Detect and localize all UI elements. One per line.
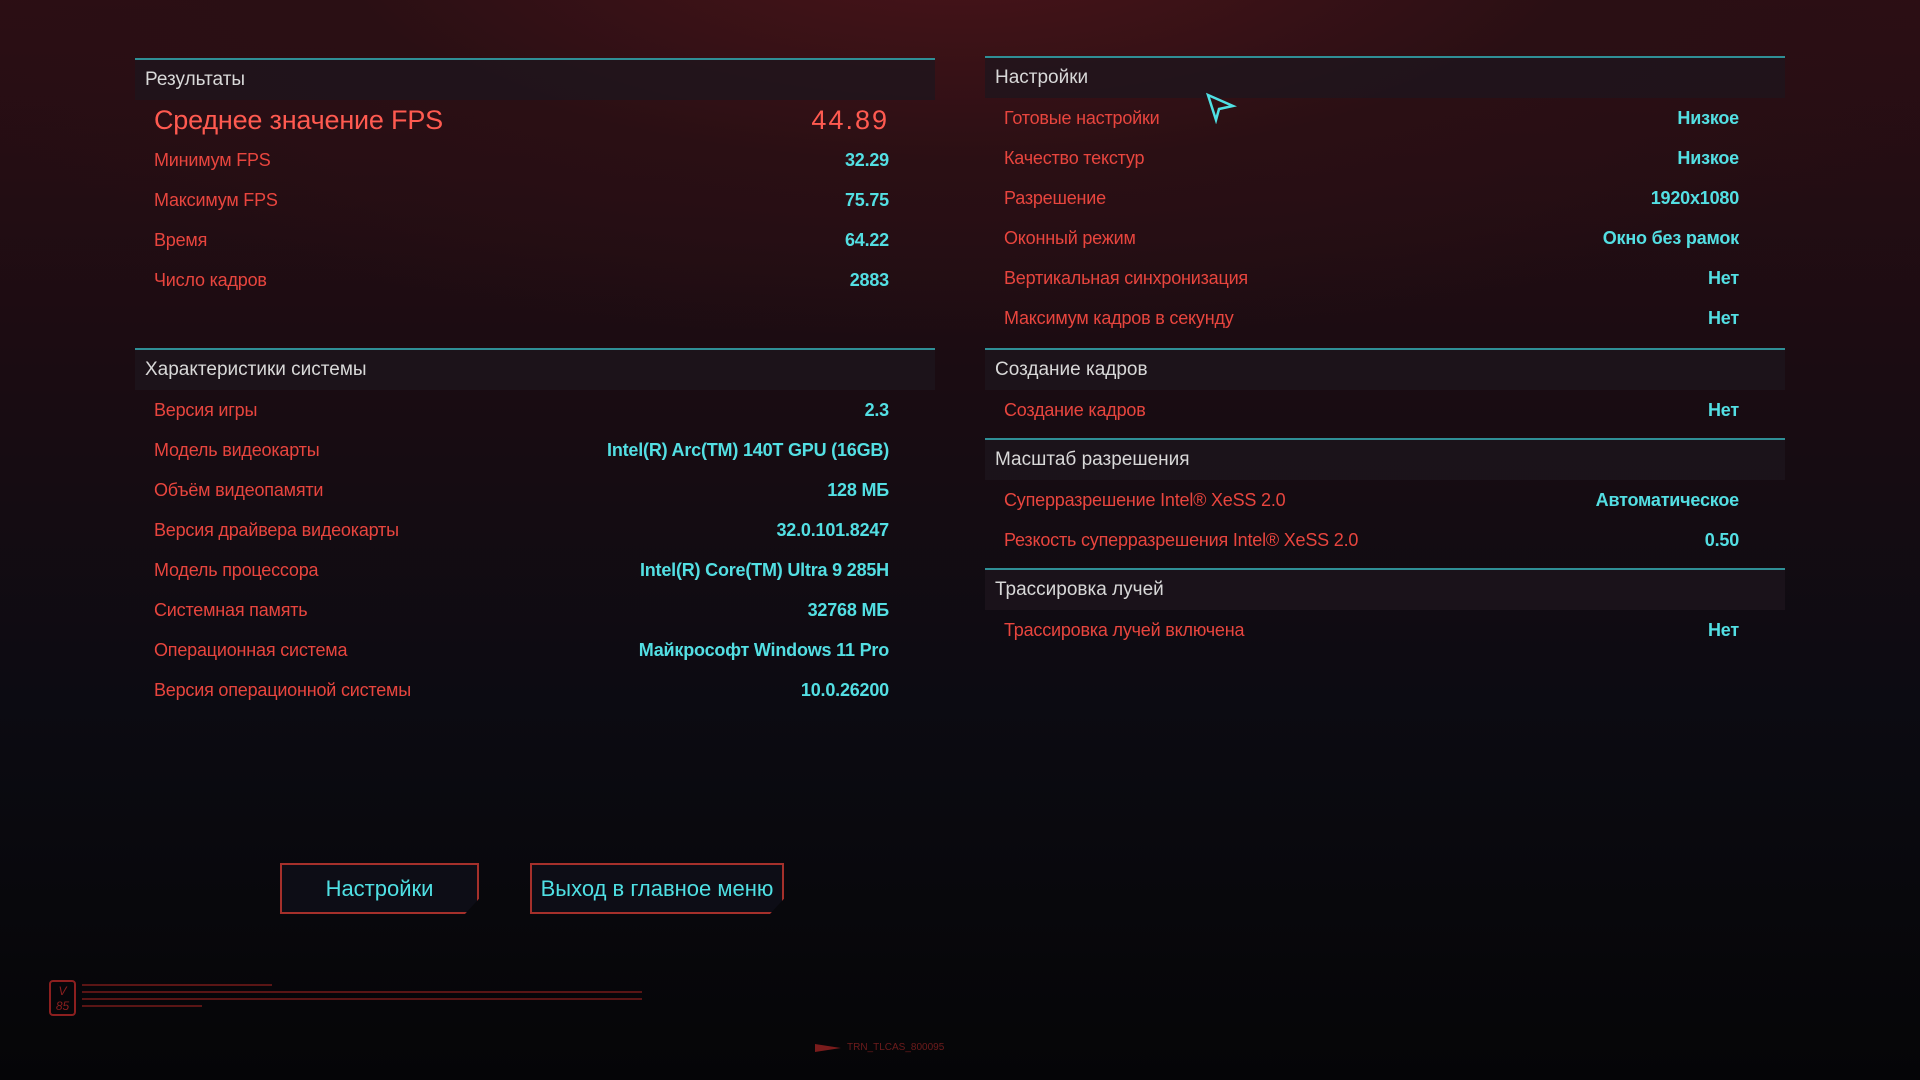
- stat-row: Версия драйвера видеокарты 32.0.101.8247: [135, 510, 935, 550]
- stat-value: 10.0.26200: [800, 680, 889, 700]
- stat-label: Максимум кадров в секунду: [1004, 308, 1234, 328]
- stat-label: Трассировка лучей включена: [1004, 620, 1245, 640]
- v85-logo: V 85: [49, 980, 76, 1016]
- stat-value: 1920x1080: [1650, 188, 1739, 208]
- stat-label: Оконный режим: [1004, 228, 1136, 248]
- stat-row: Максимум FPS 75.75: [135, 180, 935, 220]
- stat-row: Минимум FPS 32.29: [135, 140, 935, 180]
- stat-value: Майкрософт Windows 11 Pro: [638, 640, 889, 660]
- stat-value: Нет: [1708, 400, 1739, 420]
- section-header-settings: Настройки: [985, 58, 1785, 98]
- stat-label: Разрешение: [1004, 188, 1106, 208]
- stat-row: Версия операционной системы 10.0.26200: [135, 670, 935, 710]
- stat-label: Время: [154, 230, 208, 250]
- stat-value: 64.22: [844, 230, 889, 250]
- stat-label: Объём видеопамяти: [154, 480, 324, 500]
- stat-label: Операционная система: [154, 640, 348, 660]
- stat-label: Системная память: [154, 600, 308, 620]
- stat-row: Максимум кадров в секунду Нет: [985, 298, 1785, 338]
- stat-value: Низкое: [1677, 148, 1739, 168]
- stat-label: Версия игры: [154, 400, 258, 420]
- section-header-scaling: Масштаб разрешения: [985, 440, 1785, 480]
- stat-row: Разрешение 1920x1080: [985, 178, 1785, 218]
- stat-label: Минимум FPS: [154, 150, 271, 170]
- stat-value: Intel(R) Arc(TM) 140T GPU (16GB): [607, 440, 889, 460]
- stat-value: 0.50: [1704, 530, 1739, 550]
- stat-label: Модель видеокарты: [154, 440, 320, 460]
- footer-code: TRN_TLCAS_800095: [815, 1042, 944, 1053]
- stat-value: 2.3: [864, 400, 890, 420]
- stat-row: Операционная система Майкрософт Windows 1…: [135, 630, 935, 670]
- stat-row: Число кадров 2883: [135, 260, 935, 300]
- stat-value: 2883: [849, 270, 889, 290]
- stat-label: Готовые настройки: [1004, 108, 1160, 128]
- stat-row: Модель видеокарты Intel(R) Arc(TM) 140T G…: [135, 430, 935, 470]
- settings-button[interactable]: Настройки: [280, 863, 479, 914]
- stat-value: 32768 МБ: [807, 600, 890, 620]
- stat-row: Среднее значение FPS 44.89: [135, 100, 935, 140]
- stat-row: Трассировка лучей включена Нет: [985, 610, 1785, 650]
- stat-label: Максимум FPS: [154, 190, 278, 210]
- stat-value: Нет: [1708, 308, 1739, 328]
- stat-label: Версия драйвера видеокарты: [154, 520, 399, 540]
- stat-value: Нет: [1708, 620, 1739, 640]
- section-header-frame_gen: Создание кадров: [985, 350, 1785, 390]
- stat-value: 75.75: [844, 190, 889, 210]
- stat-row: Суперразрешение Intel® XeSS 2.0 Автоматич…: [985, 480, 1785, 520]
- stat-value: Низкое: [1677, 108, 1739, 128]
- stat-label: Версия операционной системы: [154, 680, 411, 700]
- stat-label: Среднее значение FPS: [154, 105, 443, 135]
- stat-value: 32.0.101.8247: [776, 520, 889, 540]
- settings-panel: Настройки Готовые настройки Низкое Качество…: [985, 0, 1785, 720]
- section-header-system: Характеристики системы: [135, 350, 935, 390]
- stat-row: Системная память 32768 МБ: [135, 590, 935, 630]
- arrow-icon: [815, 1043, 841, 1052]
- stat-label: Число кадров: [154, 270, 267, 290]
- stat-label: Резкость суперразрешения Intel® XeSS 2.0: [1004, 530, 1359, 550]
- results-panel: Результаты Среднее значение FPS 44.89 Миним…: [135, 0, 935, 720]
- stat-label: Вертикальная синхронизация: [1004, 268, 1248, 288]
- stat-row: Резкость суперразрешения Intel® XeSS 2.0…: [985, 520, 1785, 560]
- stat-value: Окно без рамок: [1602, 228, 1739, 248]
- footer-code-text: TRN_TLCAS_800095: [847, 1042, 945, 1053]
- section-header-raytracing: Трассировка лучей: [985, 570, 1785, 610]
- stat-row: Время 64.22: [135, 220, 935, 260]
- stat-row: Качество текстур Низкое: [985, 138, 1785, 178]
- stat-row: Объём видеопамяти 128 МБ: [135, 470, 935, 510]
- stat-row: Версия игры 2.3: [135, 390, 935, 430]
- stat-value: Нет: [1708, 268, 1739, 288]
- stat-label: Суперразрешение Intel® XeSS 2.0: [1004, 490, 1286, 510]
- stat-value: 32.29: [844, 150, 889, 170]
- exit-to-main-menu-button[interactable]: Выход в главное меню: [530, 863, 784, 914]
- stat-value: Автоматическое: [1595, 490, 1740, 510]
- stat-label: Качество текстур: [1004, 148, 1145, 168]
- stat-value: 128 МБ: [827, 480, 889, 500]
- stat-label: Создание кадров: [1004, 400, 1146, 420]
- stat-value: 44.89: [811, 105, 889, 135]
- stat-value: Intel(R) Core(TM) Ultra 9 285H: [639, 560, 889, 580]
- stat-row: Готовые настройки Низкое: [985, 98, 1785, 138]
- stat-row: Модель процессора Intel(R) Core(TM) Ultra…: [135, 550, 935, 590]
- legal-notice: V 85: [49, 980, 642, 1016]
- section-header-results: Результаты: [135, 60, 935, 100]
- stat-row: Создание кадров Нет: [985, 390, 1785, 430]
- mouse-cursor-icon: [1205, 92, 1237, 124]
- legal-text-lines: [82, 984, 642, 1012]
- stat-row: Оконный режим Окно без рамок: [985, 218, 1785, 258]
- stat-row: Вертикальная синхронизация Нет: [985, 258, 1785, 298]
- stat-label: Модель процессора: [154, 560, 319, 580]
